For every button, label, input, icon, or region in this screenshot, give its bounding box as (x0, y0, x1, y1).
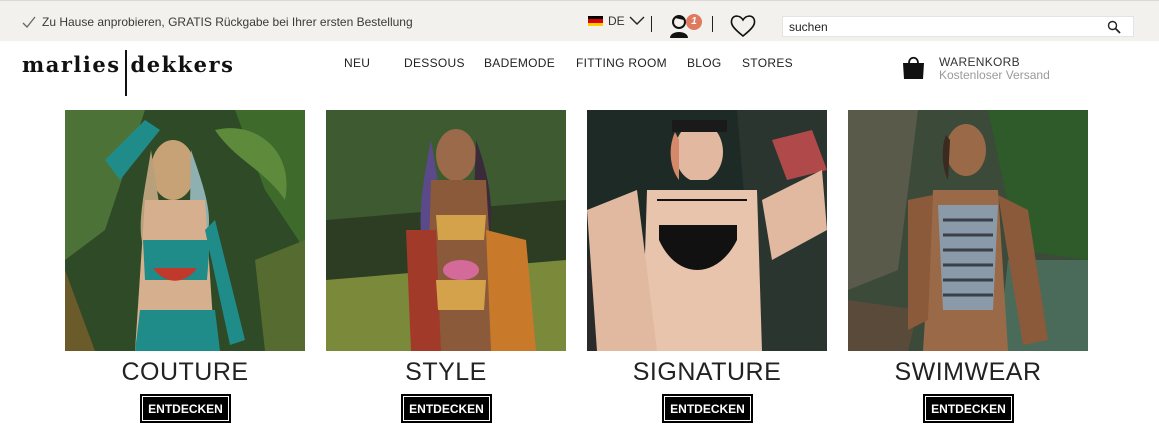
german-flag-icon (588, 16, 603, 26)
signature-photo[interactable] (587, 110, 827, 351)
wishlist-heart-icon[interactable] (729, 14, 757, 38)
discover-button-signature[interactable]: ENTDECKEN (662, 394, 753, 423)
check-icon (22, 16, 36, 28)
divider (651, 16, 652, 32)
divider (712, 16, 713, 32)
shopping-bag-icon[interactable] (902, 54, 925, 80)
logo-text-right: dekkers (130, 52, 235, 77)
cart-title[interactable]: WARENKORB (939, 55, 1020, 69)
collection-tile-couture: COUTURE ENTDECKEN (65, 110, 305, 423)
discover-button-style[interactable]: ENTDECKEN (401, 394, 492, 423)
nav-item-fitting-room[interactable]: FITTING ROOM (576, 56, 667, 70)
language-label: DE (608, 14, 625, 28)
nav-item-dessous[interactable]: DESSOUS (404, 56, 465, 70)
search-box (782, 16, 1134, 37)
brand-logo[interactable]: marlies dekkers (22, 50, 235, 98)
swimwear-photo[interactable] (848, 110, 1088, 351)
cart-subtitle: Kostenloser Versand (939, 68, 1050, 82)
promo-text: Zu Hause anprobieren, GRATIS Rückgabe be… (42, 15, 413, 29)
language-selector[interactable]: DE (588, 14, 645, 28)
couture-photo[interactable] (65, 110, 305, 351)
tile-title-couture: COUTURE (121, 358, 249, 386)
account-button[interactable]: 1 (668, 13, 708, 39)
tile-title-swimwear: SWIMWEAR (894, 358, 1042, 386)
collection-tile-swimwear: SWIMWEAR ENTDECKEN (848, 110, 1088, 423)
nav-item-blog[interactable]: BLOG (687, 56, 722, 70)
logo-text-left: marlies (22, 52, 121, 77)
search-icon[interactable] (1107, 20, 1121, 34)
logo-divider (124, 50, 127, 96)
style-photo[interactable] (326, 110, 566, 351)
collection-tile-style: STYLE ENTDECKEN (326, 110, 566, 423)
tile-title-signature: SIGNATURE (632, 358, 782, 386)
search-input[interactable] (783, 19, 1093, 34)
collection-tile-signature: SIGNATURE ENTDECKEN (587, 110, 827, 423)
discover-button-swimwear[interactable]: ENTDECKEN (923, 394, 1014, 423)
chevron-down-icon (629, 16, 645, 25)
promo-banner: Zu Hause anprobieren, GRATIS Rückgabe be… (22, 15, 413, 29)
top-bar: Zu Hause anprobieren, GRATIS Rückgabe be… (0, 0, 1159, 41)
nav-item-stores[interactable]: STORES (742, 56, 793, 70)
discover-button-couture[interactable]: ENTDECKEN (140, 394, 231, 423)
nav-item-neu[interactable]: NEU (344, 56, 370, 70)
account-badge: 1 (686, 14, 702, 30)
nav-item-bademode[interactable]: BADEMODE (484, 56, 555, 70)
tile-title-style: STYLE (405, 358, 487, 386)
